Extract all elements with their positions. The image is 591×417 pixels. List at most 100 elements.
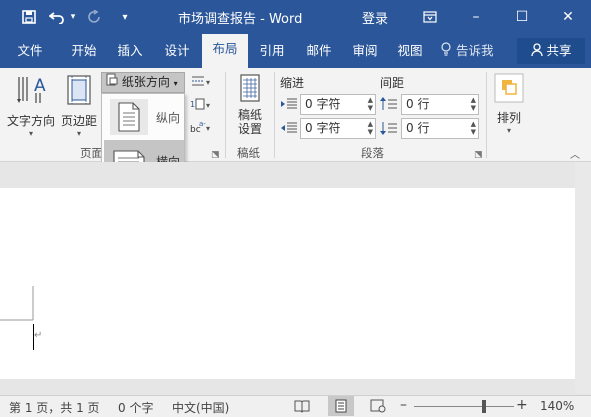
margins-icon xyxy=(64,73,94,110)
hyphenation-button[interactable]: bc a- ▾ xyxy=(190,120,210,137)
margins-button[interactable]: 页边距 ▾ xyxy=(58,73,100,138)
share-button[interactable]: 共享 xyxy=(517,38,585,64)
print-layout-icon[interactable] xyxy=(328,396,354,416)
tab-insert[interactable]: 插入 xyxy=(108,34,152,68)
tab-review[interactable]: 审阅 xyxy=(343,34,387,68)
orientation-icon xyxy=(106,73,118,92)
quick-access-toolbar: ▾ ▾ xyxy=(18,0,136,34)
ribbon-tabs: 文件 开始 插入 设计 布局 引用 邮件 审阅 视图 xyxy=(0,34,591,68)
login-button[interactable]: 登录 xyxy=(362,8,388,27)
minimize-button[interactable]: – xyxy=(453,0,499,34)
chevron-down-icon: ▾ xyxy=(28,129,33,138)
document-title: 市场调查报告 - Word xyxy=(178,12,303,27)
draft-paper-button[interactable]: 稿纸 设置 xyxy=(232,73,268,136)
spacing-after-field[interactable]: 0 行 ▲ ▼ xyxy=(401,118,479,139)
undo-icon[interactable] xyxy=(46,6,68,28)
ribbon-display-icon[interactable] xyxy=(407,0,453,34)
web-layout-icon[interactable] xyxy=(370,399,386,416)
customize-qat-icon[interactable]: ▾ xyxy=(114,6,136,28)
group-divider xyxy=(486,72,487,158)
tab-view[interactable]: 视图 xyxy=(388,34,432,68)
paragraph-mark-icon: ↵ xyxy=(34,330,43,341)
spacing-before-field[interactable]: 0 行 ▲ ▼ xyxy=(401,94,479,115)
text-direction-icon: A xyxy=(14,73,48,110)
indent-right-field[interactable]: 0 字符 ▲ ▼ xyxy=(300,118,376,139)
orientation-label: 纸张方向 xyxy=(121,75,170,89)
maximize-button[interactable]: ☐ xyxy=(499,0,545,34)
tab-references[interactable]: 引用 xyxy=(250,34,294,68)
group-label-page-setup: 页面 xyxy=(80,146,103,160)
tab-design[interactable]: 设计 xyxy=(155,34,199,68)
status-bar: 第 1 页，共 1 页 0 个字 中文(中国) – + 140% xyxy=(0,395,591,417)
arrange-button[interactable]: 排列 ▾ xyxy=(491,73,527,135)
text-direction-label: 文字方向 xyxy=(6,114,55,128)
draft-paper-icon xyxy=(237,73,263,108)
breaks-button[interactable]: ▾ xyxy=(190,74,210,91)
spin-arrows-icon[interactable]: ▲ ▼ xyxy=(471,96,476,112)
paragraph-launcher-icon[interactable]: ⬔ xyxy=(474,150,483,160)
arrange-label: 排列 xyxy=(496,111,521,125)
portrait-label: 纵向 xyxy=(156,111,181,125)
line-numbers-icon: 1 xyxy=(190,97,206,114)
draft-paper-label-1: 稿纸 xyxy=(237,108,262,122)
tell-me-box[interactable]: 告诉我 xyxy=(440,34,494,68)
tab-mailings[interactable]: 邮件 xyxy=(297,34,341,68)
vertical-scrollbar[interactable] xyxy=(575,162,591,394)
portrait-icon xyxy=(110,99,148,135)
zoom-in-icon[interactable]: + xyxy=(516,397,528,413)
arrange-icon xyxy=(494,73,524,106)
spin-arrows-icon[interactable]: ▲ ▼ xyxy=(471,120,476,136)
svg-text:1: 1 xyxy=(190,100,195,109)
zoom-out-icon[interactable]: – xyxy=(400,397,407,413)
tab-layout[interactable]: 布局 xyxy=(202,34,248,68)
spin-arrows-icon[interactable]: ▲ ▼ xyxy=(368,120,373,136)
indent-right-icon xyxy=(280,121,298,138)
spacing-after-icon xyxy=(380,120,398,139)
line-numbers-button[interactable]: 1 ▾ xyxy=(190,97,210,114)
share-label: 共享 xyxy=(546,43,572,58)
spacing-after-value: 0 行 xyxy=(406,121,430,135)
language-indicator[interactable]: 中文(中国) xyxy=(172,399,229,416)
indent-left-icon xyxy=(280,97,298,114)
page-count[interactable]: 第 1 页，共 1 页 xyxy=(9,399,100,416)
indent-left-field[interactable]: 0 字符 ▲ ▼ xyxy=(300,94,376,115)
zoom-slider[interactable] xyxy=(414,406,514,407)
save-icon[interactable] xyxy=(18,6,40,28)
margins-label: 页边距 xyxy=(60,114,97,128)
chevron-down-icon: ▾ xyxy=(206,124,211,133)
orientation-portrait-item[interactable]: 纵向 xyxy=(104,96,184,138)
group-label-paragraph: 段落 xyxy=(361,146,384,160)
word-count[interactable]: 0 个字 xyxy=(118,399,153,416)
document-page[interactable]: ↵ xyxy=(0,188,575,379)
chevron-down-icon: ▾ xyxy=(506,126,511,135)
margin-corner-mark xyxy=(0,286,34,321)
orientation-button[interactable]: 纸张方向 ▾ xyxy=(101,72,185,93)
tab-file[interactable]: 文件 xyxy=(8,34,52,68)
close-button[interactable]: ✕ xyxy=(545,0,591,34)
svg-text:a-: a- xyxy=(199,120,206,128)
group-label-draft: 稿纸 xyxy=(237,146,260,160)
tab-home[interactable]: 开始 xyxy=(62,34,106,68)
chevron-down-icon: ▾ xyxy=(173,79,178,88)
spacing-before-icon xyxy=(380,96,398,115)
group-divider xyxy=(225,72,226,158)
collapse-ribbon-icon[interactable]: ︿ xyxy=(570,146,580,161)
zoom-slider-thumb[interactable] xyxy=(482,400,486,413)
read-mode-icon[interactable] xyxy=(294,399,310,416)
zoom-level[interactable]: 140% xyxy=(540,399,574,413)
lightbulb-icon xyxy=(440,35,452,69)
undo-dropdown-icon[interactable]: ▾ xyxy=(68,6,78,28)
spin-arrows-icon[interactable]: ▲ ▼ xyxy=(368,96,373,112)
person-icon xyxy=(530,39,543,65)
text-direction-button[interactable]: A 文字方向 ▾ xyxy=(6,73,56,138)
page-setup-launcher-icon[interactable]: ⬔ xyxy=(211,150,220,160)
group-divider xyxy=(274,72,275,158)
indent-right-value: 0 字符 xyxy=(305,121,341,135)
chevron-down-icon: ▾ xyxy=(206,101,211,110)
spacing-before-value: 0 行 xyxy=(406,97,430,111)
chevron-down-icon: ▾ xyxy=(206,78,211,87)
spacing-heading: 间距 xyxy=(380,76,405,90)
redo-icon xyxy=(84,6,106,28)
chevron-down-icon: ▾ xyxy=(76,129,81,138)
draft-paper-label-2: 设置 xyxy=(237,122,262,136)
